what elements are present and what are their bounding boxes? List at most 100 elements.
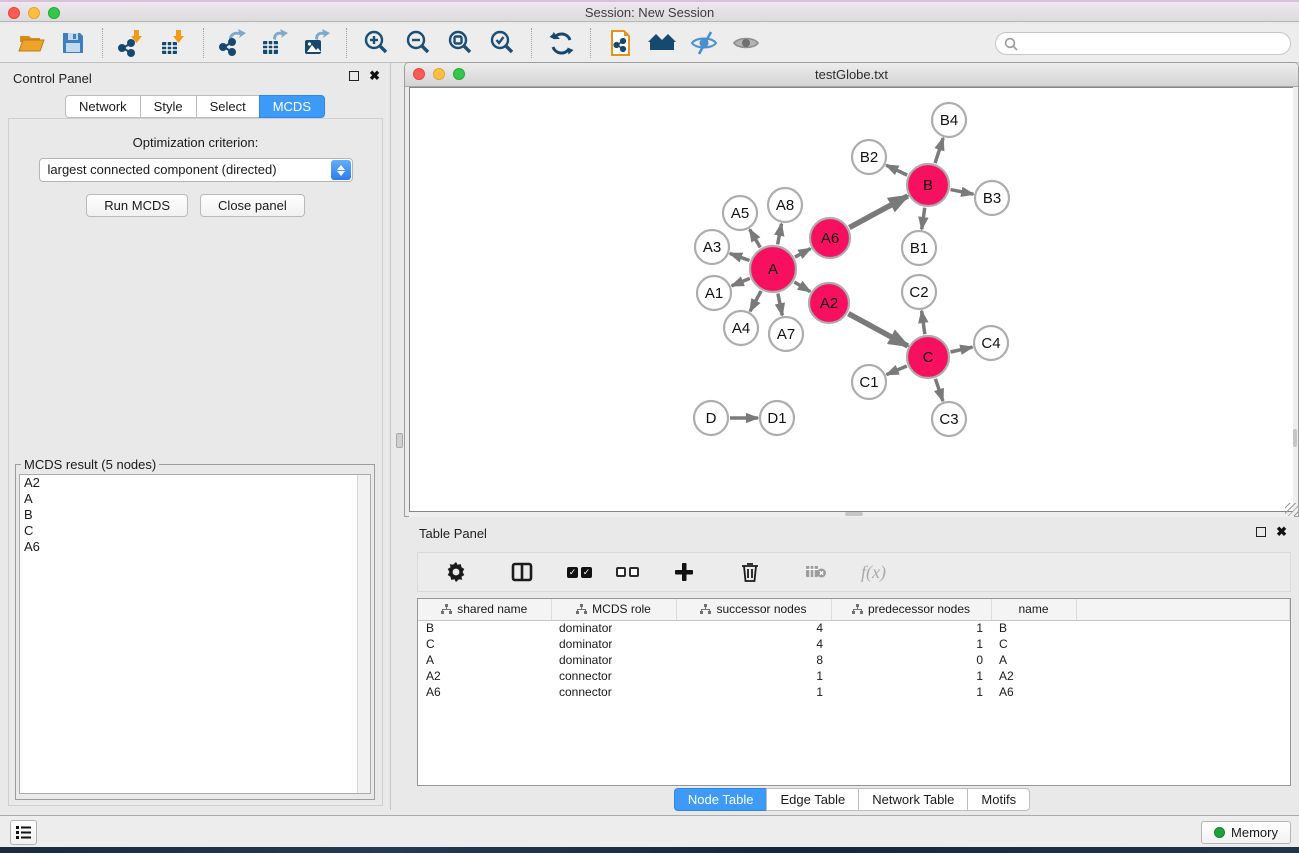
- table-cell[interactable]: C: [991, 636, 1076, 652]
- table-row[interactable]: A6connector11A6: [418, 684, 1290, 700]
- result-item[interactable]: A: [20, 491, 370, 507]
- graph-node-A7[interactable]: A7: [769, 317, 803, 351]
- result-item[interactable]: C: [20, 523, 370, 539]
- table-cell[interactable]: 1: [831, 684, 991, 700]
- show-columns-icon[interactable]: [507, 557, 537, 587]
- unselect-all-checkboxes-icon[interactable]: [616, 567, 639, 577]
- function-builder-icon[interactable]: f(x): [861, 562, 886, 583]
- graph-node-A2[interactable]: A2: [809, 283, 849, 323]
- table-cell[interactable]: 8: [676, 652, 831, 668]
- table-cell[interactable]: [1076, 684, 1290, 700]
- run-mcds-button[interactable]: Run MCDS: [86, 194, 188, 217]
- table-cell[interactable]: A6: [418, 684, 551, 700]
- graph-node-B1[interactable]: B1: [902, 231, 936, 265]
- float-table-panel-icon[interactable]: [1256, 527, 1266, 537]
- graph-edge[interactable]: [795, 249, 811, 258]
- import-table-icon[interactable]: [159, 28, 189, 58]
- table-row[interactable]: A2connector11A2: [418, 668, 1290, 684]
- graph-node-C1[interactable]: C1: [852, 365, 886, 399]
- graph-node-D[interactable]: D: [694, 401, 728, 435]
- result-item[interactable]: B: [20, 507, 370, 523]
- tab-network-table[interactable]: Network Table: [858, 788, 968, 811]
- graph-node-A4[interactable]: A4: [724, 311, 758, 345]
- graph-node-A[interactable]: A: [750, 246, 796, 292]
- graph-edge[interactable]: [732, 278, 750, 285]
- table-row[interactable]: Adominator80A: [418, 652, 1290, 668]
- network-canvas[interactable]: AA1A2A3A4A5A6A7A8BB1B2B3B4CC1C2C3C4DD1: [409, 87, 1294, 512]
- graph-edge[interactable]: [730, 253, 750, 260]
- graph-node-C[interactable]: C: [907, 336, 949, 378]
- graph-edge[interactable]: [922, 311, 925, 334]
- tab-motifs[interactable]: Motifs: [967, 788, 1030, 811]
- task-history-button[interactable]: [10, 820, 37, 845]
- zoom-selected-icon[interactable]: [487, 28, 517, 58]
- search-input[interactable]: [995, 32, 1291, 55]
- tab-style[interactable]: Style: [140, 95, 197, 118]
- table-cell[interactable]: dominator: [551, 636, 676, 652]
- column-header-predecessor-nodes[interactable]: predecessor nodes: [831, 599, 991, 620]
- optimization-select[interactable]: largest connected component (directed): [39, 158, 353, 182]
- tab-select[interactable]: Select: [196, 95, 260, 118]
- table-cell[interactable]: [1076, 652, 1290, 668]
- table-cell[interactable]: connector: [551, 684, 676, 700]
- table-cell[interactable]: 1: [676, 684, 831, 700]
- zoom-in-icon[interactable]: [361, 28, 391, 58]
- table-cell[interactable]: [1076, 668, 1290, 684]
- graph-edge[interactable]: [750, 229, 761, 247]
- graph-node-A8[interactable]: A8: [768, 188, 802, 222]
- result-scrollbar[interactable]: [357, 475, 370, 793]
- graph-edge[interactable]: [886, 165, 907, 175]
- table-cell[interactable]: 0: [831, 652, 991, 668]
- table-cell[interactable]: A2: [418, 668, 551, 684]
- zoom-fit-icon[interactable]: [445, 28, 475, 58]
- splitpane-divider-handle[interactable]: [396, 433, 403, 448]
- delete-columns-icon[interactable]: [735, 557, 765, 587]
- delete-table-icon[interactable]: [801, 557, 831, 587]
- table-row[interactable]: Bdominator41B: [418, 620, 1290, 636]
- table-cell[interactable]: connector: [551, 668, 676, 684]
- add-column-icon[interactable]: [669, 557, 699, 587]
- graph-node-A5[interactable]: A5: [723, 196, 757, 230]
- graph-edge[interactable]: [849, 196, 907, 228]
- result-item[interactable]: A2: [20, 475, 370, 491]
- select-all-checkboxes-icon[interactable]: ✓✓: [567, 567, 592, 578]
- table-cell[interactable]: 1: [831, 668, 991, 684]
- column-header-shared-name[interactable]: shared name: [418, 599, 551, 620]
- close-table-panel-icon[interactable]: ✖: [1276, 527, 1287, 537]
- table-cell[interactable]: 4: [676, 620, 831, 636]
- table-cell[interactable]: A: [418, 652, 551, 668]
- table-cell[interactable]: [1076, 620, 1290, 636]
- graph-edge[interactable]: [778, 224, 782, 245]
- graph-edge[interactable]: [922, 208, 925, 229]
- graph-edge[interactable]: [950, 347, 972, 352]
- graph-edge[interactable]: [951, 190, 974, 195]
- memory-button[interactable]: Memory: [1201, 821, 1291, 844]
- table-cell[interactable]: 1: [831, 620, 991, 636]
- graph-node-A6[interactable]: A6: [810, 218, 850, 258]
- graph-edge[interactable]: [886, 366, 906, 375]
- tab-node-table[interactable]: Node Table: [674, 788, 768, 811]
- export-table-icon[interactable]: [260, 28, 290, 58]
- export-network-icon[interactable]: [218, 28, 248, 58]
- table-cell[interactable]: A2: [991, 668, 1076, 684]
- home-icon[interactable]: [647, 28, 677, 58]
- export-image-icon[interactable]: [302, 28, 332, 58]
- column-header-successor-nodes[interactable]: successor nodes: [676, 599, 831, 620]
- table-cell[interactable]: dominator: [551, 652, 676, 668]
- table-cell[interactable]: C: [418, 636, 551, 652]
- window-resize-handle[interactable]: [1285, 503, 1298, 516]
- network-window-titlebar[interactable]: testGlobe.txt: [405, 63, 1298, 87]
- graph-edge[interactable]: [848, 314, 907, 346]
- graph-edge[interactable]: [935, 138, 943, 163]
- graph-edge[interactable]: [935, 379, 943, 401]
- network-vscrollbar[interactable]: [1293, 87, 1297, 512]
- graph-node-C4[interactable]: C4: [974, 326, 1008, 360]
- graph-node-B4[interactable]: B4: [932, 103, 966, 137]
- table-header-row[interactable]: shared name MCDS role successor nodes pr…: [418, 599, 1290, 620]
- close-panel-icon[interactable]: ✖: [369, 71, 380, 81]
- graph-node-D1[interactable]: D1: [760, 401, 794, 435]
- graph-node-A1[interactable]: A1: [697, 276, 731, 310]
- tab-edge-table[interactable]: Edge Table: [766, 788, 859, 811]
- table-cell[interactable]: B: [991, 620, 1076, 636]
- table-cell[interactable]: [1076, 636, 1290, 652]
